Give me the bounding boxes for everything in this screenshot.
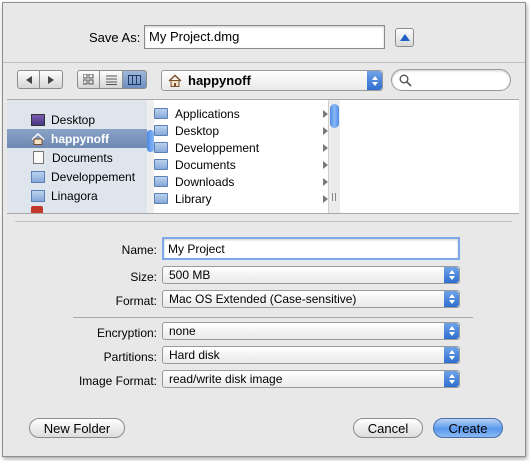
sidebar-item-desktop[interactable]: Desktop bbox=[7, 110, 147, 129]
location-label: happynoff bbox=[188, 73, 251, 88]
format-value: Mac OS Extended (Case-sensitive) bbox=[169, 292, 357, 306]
sidebar-item-label: Desktop bbox=[51, 112, 96, 127]
create-button[interactable]: Create bbox=[433, 418, 503, 438]
file-browser: Desktop happynoff Documents Developpemen… bbox=[7, 99, 519, 214]
name-field[interactable]: My Project bbox=[162, 237, 460, 260]
popup-stepper-icon bbox=[444, 371, 459, 387]
image-format-label: Image Format: bbox=[78, 374, 157, 388]
section-divider bbox=[73, 317, 473, 318]
new-folder-button[interactable]: New Folder bbox=[29, 418, 125, 438]
column-home: Applications Desktop Developpement Docum… bbox=[148, 100, 335, 213]
resize-handle-icon[interactable] bbox=[335, 193, 336, 201]
list-item[interactable]: Developpement bbox=[148, 139, 334, 156]
item-label: Applications bbox=[175, 106, 240, 121]
size-popup[interactable]: 500 MB bbox=[162, 266, 460, 284]
back-button[interactable] bbox=[17, 70, 40, 89]
list-view-button[interactable] bbox=[100, 70, 123, 89]
image-format-popup[interactable]: read/write disk image bbox=[162, 370, 460, 388]
location-popup[interactable]: happynoff bbox=[161, 70, 383, 91]
folder-icon bbox=[154, 142, 168, 153]
folder-icon bbox=[31, 189, 45, 202]
folder-icon bbox=[31, 170, 45, 183]
list-item[interactable]: Documents bbox=[148, 156, 334, 173]
sidebar-item-label: Developpement bbox=[51, 169, 136, 184]
partial-item-icon bbox=[31, 206, 43, 213]
disclosure-up-icon bbox=[399, 34, 410, 41]
encryption-label: Encryption: bbox=[96, 326, 157, 340]
forward-button[interactable] bbox=[40, 70, 63, 89]
document-icon bbox=[33, 151, 44, 164]
sidebar-item-happynoff[interactable]: happynoff bbox=[7, 129, 147, 148]
encryption-popup[interactable]: none bbox=[162, 322, 460, 340]
nav-buttons bbox=[17, 70, 63, 89]
format-popup[interactable]: Mac OS Extended (Case-sensitive) bbox=[162, 290, 460, 308]
folder-icon bbox=[154, 176, 168, 187]
list-view-icon bbox=[105, 75, 117, 85]
item-label: Library bbox=[175, 191, 212, 206]
sidebar-item-label: Linagora bbox=[51, 188, 98, 203]
popup-stepper-icon bbox=[444, 267, 459, 283]
column-scrollbar[interactable] bbox=[328, 100, 340, 213]
size-value: 500 MB bbox=[169, 268, 211, 282]
partitions-popup[interactable]: Hard disk bbox=[162, 346, 460, 364]
scroll-thumb[interactable] bbox=[147, 130, 154, 152]
sidebar-item-documents[interactable]: Documents bbox=[7, 148, 147, 167]
column-empty bbox=[340, 100, 519, 213]
partitions-value: Hard disk bbox=[169, 348, 220, 362]
home-icon bbox=[31, 132, 45, 145]
search-icon bbox=[399, 74, 412, 87]
search-field[interactable] bbox=[391, 69, 511, 91]
save-as-field[interactable]: My Project.dmg bbox=[144, 25, 385, 49]
save-dialog: Save As: My Project.dmg happynoff Deskto… bbox=[2, 2, 526, 457]
icon-view-icon bbox=[83, 74, 94, 85]
popup-stepper-icon bbox=[444, 291, 459, 307]
encryption-value: none bbox=[169, 324, 196, 338]
list-item[interactable]: Desktop bbox=[148, 122, 334, 139]
partitions-label: Partitions: bbox=[103, 350, 157, 364]
back-arrow-icon bbox=[25, 75, 32, 84]
popup-stepper-icon bbox=[444, 347, 459, 363]
sidebar-scrollbar[interactable] bbox=[147, 100, 154, 213]
column-view-button[interactable] bbox=[123, 70, 147, 89]
sidebar-item-label: happynoff bbox=[51, 131, 109, 146]
location-stepper-icon bbox=[367, 71, 382, 90]
view-mode-buttons bbox=[77, 70, 147, 89]
item-label: Downloads bbox=[175, 174, 235, 189]
folder-icon bbox=[154, 159, 168, 170]
toolbar-divider bbox=[3, 62, 525, 63]
folder-icon bbox=[154, 193, 168, 204]
save-as-label: Save As: bbox=[89, 30, 141, 45]
sidebar: Desktop happynoff Documents Developpemen… bbox=[7, 100, 148, 213]
format-label: Format: bbox=[115, 294, 157, 308]
size-label: Size: bbox=[130, 270, 157, 284]
list-item[interactable]: Downloads bbox=[148, 173, 334, 190]
popup-stepper-icon bbox=[444, 323, 459, 339]
item-label: Documents bbox=[175, 157, 236, 172]
desktop-icon bbox=[31, 113, 45, 126]
name-label: Name: bbox=[121, 243, 157, 257]
cancel-button[interactable]: Cancel bbox=[353, 418, 423, 438]
resize-handle-icon[interactable] bbox=[332, 193, 333, 201]
home-icon bbox=[168, 74, 182, 87]
sidebar-item-label: Documents bbox=[52, 150, 113, 165]
icon-view-button[interactable] bbox=[77, 70, 100, 89]
list-item[interactable]: Library bbox=[148, 190, 334, 207]
sidebar-item-linagora[interactable]: Linagora bbox=[7, 186, 147, 205]
image-format-value: read/write disk image bbox=[169, 372, 283, 386]
list-item[interactable]: Applications bbox=[148, 105, 334, 122]
folder-icon bbox=[154, 125, 168, 136]
scroll-thumb[interactable] bbox=[330, 104, 339, 128]
column-view-icon bbox=[128, 74, 141, 85]
item-label: Desktop bbox=[175, 123, 220, 138]
item-label: Developpement bbox=[175, 140, 260, 155]
expand-button[interactable] bbox=[395, 28, 414, 47]
forward-arrow-icon bbox=[48, 75, 54, 84]
folder-icon bbox=[154, 108, 168, 119]
sidebar-item-developpement[interactable]: Developpement bbox=[7, 167, 147, 186]
image-options-panel: Name: My Project Size: 500 MB Format: Ma… bbox=[15, 221, 512, 398]
